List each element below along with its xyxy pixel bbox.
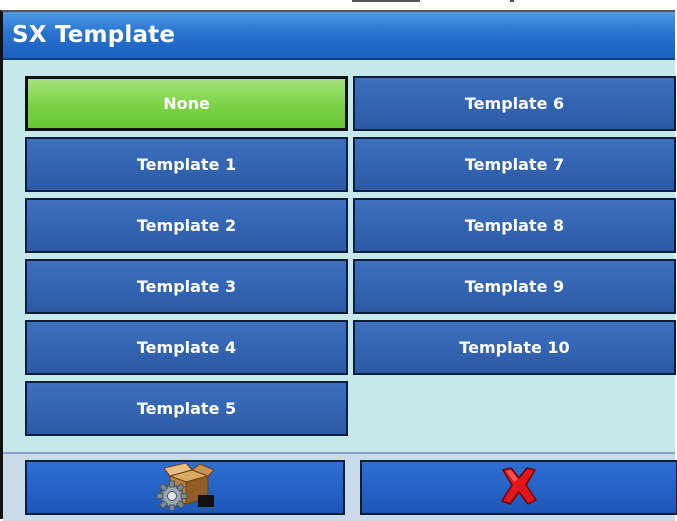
setup-softkey[interactable] [25, 460, 345, 515]
red-x-icon [497, 466, 541, 510]
template-option-label: Template 9 [464, 277, 565, 296]
template-option-label: Template 1 [136, 155, 237, 174]
sx-template-dialog: SX Template None Template 1 Template 2 T… [0, 10, 677, 521]
title-bar: SX Template [3, 12, 675, 60]
template-option-6[interactable]: Template 6 [353, 76, 676, 131]
edge-mark [510, 0, 514, 2]
dialog-title: SX Template [12, 22, 176, 48]
softkey-bar [3, 452, 677, 521]
template-option-2[interactable]: Template 2 [25, 198, 348, 253]
template-option-none[interactable]: None [25, 76, 348, 131]
template-option-10[interactable]: Template 10 [353, 320, 676, 375]
template-option-label: None [163, 94, 210, 113]
template-option-3[interactable]: Template 3 [25, 259, 348, 314]
template-option-label: Template 10 [459, 338, 570, 357]
template-option-9[interactable]: Template 9 [353, 259, 676, 314]
template-option-label: Template 2 [136, 216, 237, 235]
template-option-5[interactable]: Template 5 [25, 381, 348, 436]
template-option-8[interactable]: Template 8 [353, 198, 676, 253]
template-option-4[interactable]: Template 4 [25, 320, 348, 375]
template-option-label: Template 7 [464, 155, 565, 174]
template-option-1[interactable]: Template 1 [25, 137, 348, 192]
cancel-softkey[interactable] [360, 460, 677, 515]
edge-mark [352, 0, 420, 2]
template-option-label: Template 8 [464, 216, 565, 235]
template-option-label: Template 4 [136, 338, 237, 357]
template-option-label: Template 3 [136, 277, 237, 296]
template-option-7[interactable]: Template 7 [353, 137, 676, 192]
window-top-edge [0, 0, 677, 10]
box-with-gear-icon [152, 461, 218, 514]
template-option-label: Template 5 [136, 399, 237, 418]
template-option-label: Template 6 [464, 94, 565, 113]
